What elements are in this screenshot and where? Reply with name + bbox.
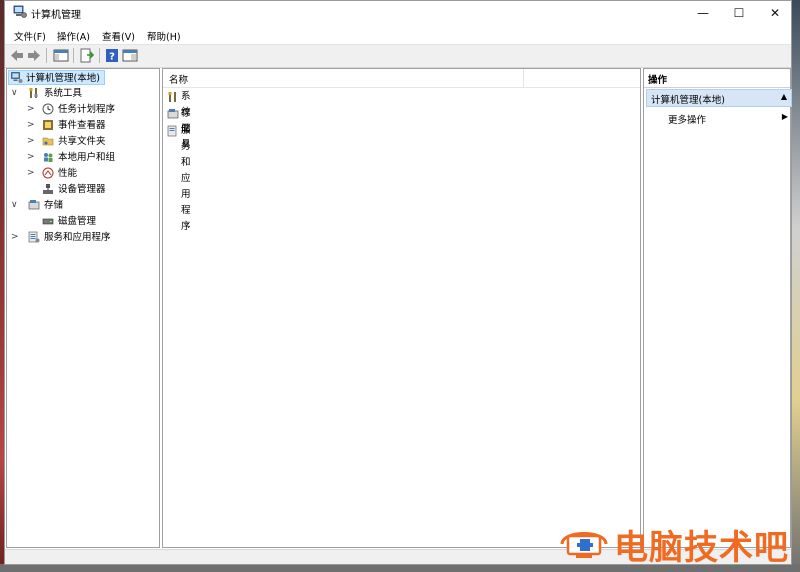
toolbar: ? (5, 44, 791, 68)
action-pane-title: 操作 (648, 75, 668, 86)
close-button[interactable]: ✕ (757, 1, 793, 25)
tree-item-services-applications[interactable]: > 服务和应用程序 (11, 230, 151, 245)
tree-item-label: 共享文件夹 (58, 136, 106, 147)
tree-item-label: 事件查看器 (58, 120, 106, 131)
watermark-logo: 电脑技术吧 (558, 520, 798, 568)
tree-item-label: 本地用户和组 (58, 152, 116, 163)
computer-management-icon (11, 72, 23, 83)
export-list-icon[interactable] (79, 48, 95, 63)
action-section-computer-management[interactable]: 计算机管理(本地) ▲ (646, 89, 792, 107)
tree-item-task-scheduler[interactable]: > 任务计划程序 (27, 102, 157, 117)
expand-icon[interactable]: > (27, 134, 37, 149)
tree-item-shared-folders[interactable]: > 共享文件夹 (27, 134, 157, 149)
action-pane-header: 操作 (644, 69, 790, 88)
menu-file[interactable]: 文件(F) (14, 29, 46, 43)
expand-icon[interactable]: > (27, 102, 37, 117)
tree-item-label: 系统工具 (44, 88, 83, 99)
minimize-button[interactable]: — (685, 1, 721, 25)
action-section-label: 计算机管理(本地) (651, 95, 725, 106)
toolbar-separator (99, 48, 100, 63)
tree-item-label: 服务和应用程序 (44, 232, 111, 243)
desktop-background-right (792, 0, 800, 572)
system-tools-icon (29, 88, 38, 98)
watermark-text: 电脑技术吧 (614, 528, 789, 568)
more-actions-item[interactable]: 更多操作 ▶ (668, 110, 788, 126)
event-viewer-icon (43, 120, 53, 130)
services-applications-icon (167, 125, 177, 137)
tree-item-event-viewer[interactable]: > 事件查看器 (27, 118, 157, 133)
expand-icon[interactable]: > (27, 150, 37, 165)
submenu-arrow-icon: ▶ (781, 112, 788, 121)
tree-item-local-users-groups[interactable]: > 本地用户和组 (27, 150, 157, 165)
tree-item-label: 设备管理器 (58, 184, 106, 195)
console-tree-pane[interactable]: 计算机管理(本地) ∨ 系统工具 > 任务计划程序 > 事件查看器 > 共享文件… (6, 68, 160, 548)
tree-item-label: 存储 (44, 200, 64, 211)
tree-root[interactable]: 计算机管理(本地) (8, 70, 105, 85)
expand-icon[interactable]: > (11, 230, 21, 245)
svg-text:?: ? (109, 52, 115, 63)
computer-management-window: 计算机管理 — ☐ ✕ 文件(F) 操作(A) 查看(V) 帮助(H) ? 计算… (4, 0, 792, 565)
expand-icon[interactable]: > (27, 118, 37, 133)
storage-icon (28, 200, 40, 210)
shared-folder-icon (42, 137, 54, 146)
column-header-row: 名称 (163, 69, 640, 88)
list-item-label: 服务和应用程序 (181, 125, 191, 232)
expand-icon[interactable]: > (27, 166, 37, 181)
more-actions-label: 更多操作 (668, 115, 707, 126)
title-bar[interactable]: 计算机管理 — ☐ ✕ (5, 1, 791, 25)
forward-icon[interactable] (27, 48, 41, 63)
maximize-button[interactable]: ☐ (721, 1, 757, 25)
tree-item-label: 性能 (58, 168, 78, 179)
system-tools-icon (168, 92, 176, 102)
column-divider[interactable] (523, 69, 524, 87)
clock-icon (42, 103, 54, 115)
show-hide-action-pane-icon[interactable] (122, 48, 138, 63)
tree-root-label: 计算机管理(本地) (26, 73, 100, 84)
disk-management-icon (42, 218, 54, 225)
computer-management-icon (13, 5, 27, 18)
help-icon[interactable]: ? (105, 48, 119, 63)
menu-view[interactable]: 查看(V) (102, 29, 135, 43)
back-icon[interactable] (10, 48, 24, 63)
tree-item-label: 磁盘管理 (58, 216, 97, 227)
device-manager-icon (43, 184, 53, 194)
column-header-name[interactable]: 名称 (169, 72, 188, 86)
toolbar-separator (46, 48, 47, 63)
menu-help[interactable]: 帮助(H) (147, 29, 181, 43)
content-pane[interactable]: 名称 系统工具 存储 服务和应用程序 (162, 68, 641, 548)
users-icon (44, 153, 53, 162)
tree-item-label: 任务计划程序 (58, 104, 116, 115)
tree-item-system-tools[interactable]: ∨ 系统工具 (11, 86, 151, 101)
collapse-icon[interactable]: ∨ (11, 86, 21, 101)
tree-item-storage[interactable]: ∨ 存储 (11, 198, 151, 213)
collapse-icon[interactable]: ∨ (11, 198, 21, 213)
menu-bar: 文件(F) 操作(A) 查看(V) 帮助(H) (5, 26, 791, 44)
computer-logo-icon (560, 532, 608, 558)
tree-item-device-manager[interactable]: 设备管理器 (27, 182, 157, 197)
collapse-arrow-icon[interactable]: ▲ (781, 92, 787, 101)
storage-icon (167, 109, 179, 119)
tree-item-disk-management[interactable]: 磁盘管理 (27, 214, 157, 229)
performance-icon (42, 167, 54, 179)
tree-item-performance[interactable]: > 性能 (27, 166, 157, 181)
action-pane: 操作 计算机管理(本地) ▲ 更多操作 ▶ (643, 68, 792, 548)
services-applications-icon (28, 231, 40, 243)
toolbar-separator (73, 48, 74, 63)
window-title: 计算机管理 (31, 10, 81, 21)
menu-action[interactable]: 操作(A) (57, 29, 90, 43)
show-hide-console-tree-icon[interactable] (53, 48, 69, 63)
